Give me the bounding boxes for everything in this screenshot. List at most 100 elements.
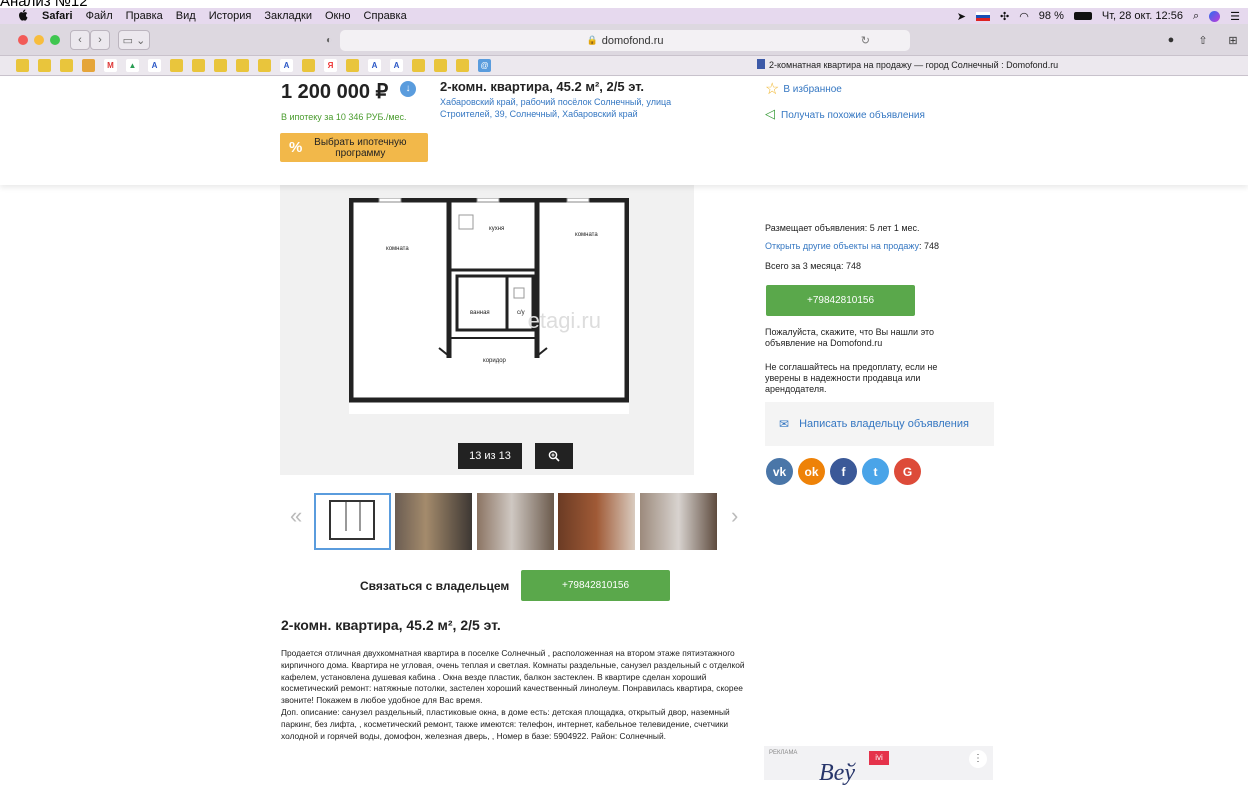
plan-label-room2: комната [575, 232, 598, 238]
bookmark-icon[interactable] [236, 59, 249, 72]
plan-label-corridor: коридор [483, 358, 506, 364]
share-icon[interactable]: ⇧ [1192, 30, 1214, 50]
at-icon[interactable]: @ [478, 59, 491, 72]
gmail-icon[interactable]: M [104, 59, 117, 72]
active-tab-title[interactable]: 2-комнатная квартира на продажу — город … [757, 59, 1058, 70]
thumbnail[interactable] [314, 493, 391, 550]
ok-icon[interactable]: ok [798, 458, 825, 485]
bookmark-icon[interactable] [258, 59, 271, 72]
minimize-window-icon[interactable] [34, 35, 44, 45]
chevron-right-icon[interactable]: › [731, 503, 738, 529]
menu-view[interactable]: Вид [176, 10, 196, 22]
bookmark-icon[interactable] [456, 59, 469, 72]
bookmark-icon[interactable] [192, 59, 205, 72]
twitter-icon[interactable]: t [862, 458, 889, 485]
ad-brand: ivi [869, 751, 889, 765]
forward-button[interactable]: › [90, 30, 110, 50]
yandex-icon[interactable]: Я [324, 59, 337, 72]
more-icon[interactable]: ⋮ [969, 750, 987, 768]
mortgage-text[interactable]: В ипотеку за 10 346 РУБ./мес. [281, 112, 407, 122]
seller-total: Всего за 3 месяца: 748 [765, 261, 861, 271]
lock-icon: 🔒 [586, 35, 598, 45]
flag-icon [975, 11, 990, 21]
plan-label-kitchen: кухня [489, 226, 505, 232]
menu-app[interactable]: Safari [42, 10, 73, 22]
privacy-shield-icon[interactable]: ◐ [322, 33, 336, 47]
mortgage-button[interactable]: % Выбрать ипотечную программу [280, 133, 428, 162]
location-icon: ➤ [956, 10, 966, 23]
reload-icon[interactable]: ↻ [861, 34, 870, 47]
phone-button[interactable]: +79842810156 [521, 570, 670, 601]
caption: Анализ №12 [0, 0, 88, 10]
photo-viewer[interactable]: etagi.ru комната кухня комната ванная с/… [280, 185, 694, 475]
extension-icon[interactable]: ● [1160, 30, 1182, 50]
star-icon: ☆ [765, 81, 780, 98]
battery-percent: 98 % [1038, 10, 1064, 22]
facebook-icon[interactable]: f [830, 458, 857, 485]
address-link[interactable]: Хабаровский край, рабочий посёлок Солнеч… [440, 96, 720, 120]
favorite-button[interactable]: ☆ В избранное [765, 79, 842, 99]
thumbnail[interactable] [395, 493, 472, 550]
chevron-left-icon[interactable]: « [290, 503, 302, 529]
menu-edit[interactable]: Правка [126, 10, 163, 22]
battery-icon[interactable] [1073, 12, 1092, 20]
download-icon[interactable]: ↓ [400, 81, 416, 97]
thumbnail[interactable] [640, 493, 717, 550]
bookmark-icon[interactable] [82, 59, 95, 72]
seller-phone-button[interactable]: +79842810156 [766, 285, 915, 316]
bookmark-icon[interactable] [214, 59, 227, 72]
control-center-icon[interactable]: ☰ [1230, 10, 1240, 23]
bluetooth-icon[interactable]: ✣ [1000, 10, 1009, 23]
bookmark-icon[interactable]: A [368, 59, 381, 72]
bookmark-icon[interactable] [60, 59, 73, 72]
tab-overview-icon[interactable]: ⊞ [1222, 30, 1244, 50]
percent-icon: % [289, 139, 303, 156]
listing-title: 2-комн. квартира, 45.2 м², 2/5 эт. [440, 79, 645, 94]
bookmark-icon[interactable]: A [390, 59, 403, 72]
description-paragraph: Доп. описание: санузел раздельный, пласт… [281, 706, 730, 741]
bookmark-icon[interactable] [412, 59, 425, 72]
advertisement[interactable]: РЕКЛАМА ivi ⋮ Веў [764, 746, 993, 786]
bookmark-icon[interactable]: A [148, 59, 161, 72]
menu-file[interactable]: Файл [86, 10, 113, 22]
back-button[interactable]: ‹ [70, 30, 90, 50]
macos-menubar: Safari Файл Правка Вид История Закладки … [0, 8, 1248, 24]
google-icon[interactable]: G [894, 458, 921, 485]
write-owner-button[interactable]: ✉ Написать владельцу объявления [765, 402, 994, 446]
bookmark-icon[interactable] [38, 59, 51, 72]
bookmark-icon[interactable] [16, 59, 29, 72]
favorites-bar: M ▲ A A Я A A @ 2-комнатная квартира на … [0, 56, 1248, 76]
envelope-icon: ✉ [779, 417, 790, 431]
seller-other-link[interactable]: Открыть другие объекты на продажу [765, 241, 919, 251]
clock[interactable]: Чт, 28 окт. 12:56 [1102, 10, 1183, 22]
bookmark-icon[interactable] [302, 59, 315, 72]
bookmark-icon[interactable]: A [280, 59, 293, 72]
address-bar[interactable]: 🔒 domofond.ru ↻ [340, 30, 910, 51]
menu-window[interactable]: Окно [325, 10, 351, 22]
seller-note-prepay: Не соглашайтесь на предоплату, если не у… [765, 362, 938, 394]
seller-other: Открыть другие объекты на продажу: 748 [765, 241, 939, 252]
photo-counter: 13 из 13 [458, 443, 522, 469]
search-icon[interactable]: ⌕ [1193, 10, 1199, 23]
apple-icon[interactable] [18, 9, 29, 24]
thumbnail[interactable] [558, 493, 635, 550]
vk-icon[interactable]: vk [766, 458, 793, 485]
plan-label-wc: с/у [517, 310, 525, 316]
similar-button[interactable]: ◁ Получать похожие объявления [765, 106, 925, 122]
drive-icon[interactable]: ▲ [126, 59, 139, 72]
seller-other-count: : 748 [918, 241, 940, 251]
siri-icon[interactable] [1209, 10, 1221, 22]
bookmark-icon[interactable] [346, 59, 359, 72]
maximize-window-icon[interactable] [50, 35, 60, 45]
thumbnail[interactable] [477, 493, 554, 550]
floor-plan-image[interactable]: etagi.ru комната кухня комната ванная с/… [348, 197, 630, 414]
wifi-icon[interactable]: ◠ [1019, 10, 1029, 23]
bookmark-icon[interactable] [170, 59, 183, 72]
sidebar-toggle-button[interactable]: ▭ ⌄ [118, 30, 150, 50]
menu-bookmarks[interactable]: Закладки [264, 10, 312, 22]
close-window-icon[interactable] [18, 35, 28, 45]
menu-help[interactable]: Справка [364, 10, 407, 22]
menu-history[interactable]: История [209, 10, 252, 22]
bookmark-icon[interactable] [434, 59, 447, 72]
zoom-icon[interactable] [535, 443, 573, 469]
